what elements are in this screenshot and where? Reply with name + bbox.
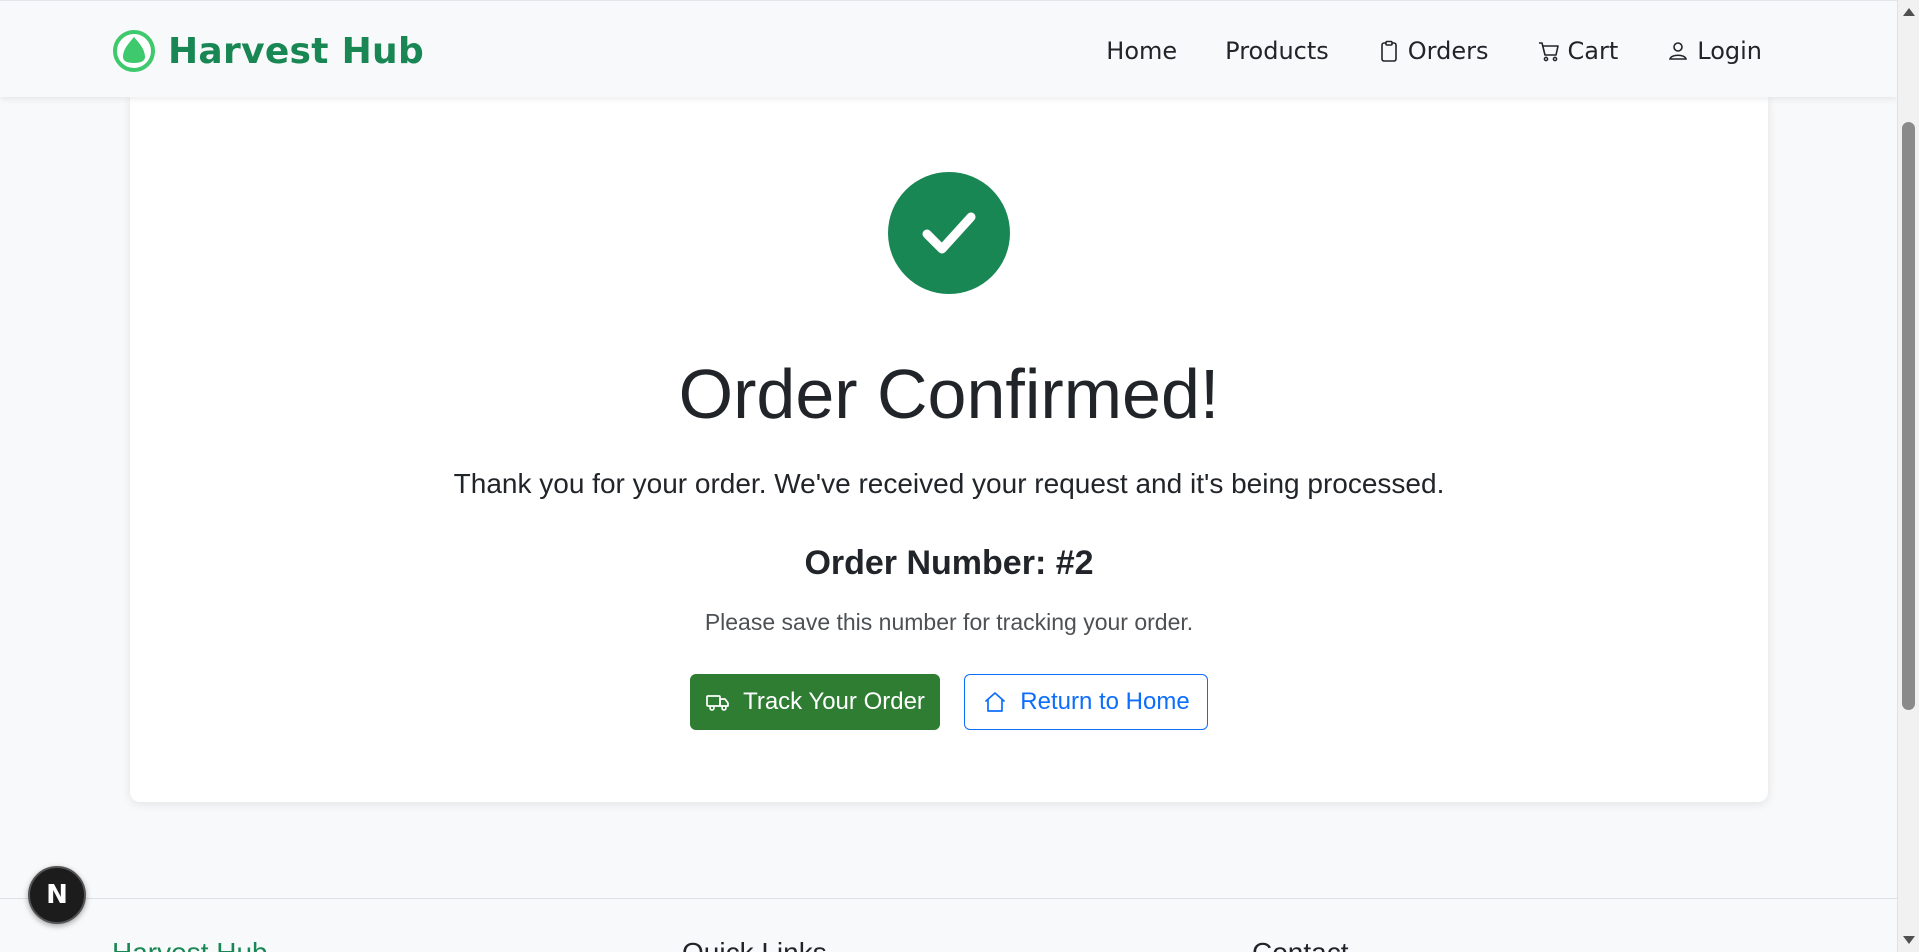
return-home-label: Return to Home — [1020, 688, 1190, 715]
leaf-circle-icon — [113, 30, 155, 72]
brand-link[interactable]: Harvest Hub — [112, 29, 424, 73]
scroll-down-arrow-icon[interactable] — [1903, 936, 1915, 944]
footer: Harvest Hub Quick Links Contact — [0, 898, 1897, 952]
confirmation-message: Thank you for your order. We've received… — [453, 468, 1445, 499]
truck-icon — [706, 695, 729, 711]
footer-brand[interactable]: Harvest Hub — [112, 937, 268, 952]
track-order-button[interactable]: Track Your Order — [690, 674, 940, 730]
nav-orders-label: Orders — [1407, 37, 1489, 65]
brand-name: Harvest Hub — [168, 30, 425, 72]
next-dev-badge[interactable]: N — [28, 866, 86, 924]
checkmark-icon — [922, 212, 976, 254]
nav-orders[interactable]: Orders — [1377, 37, 1489, 65]
vertical-scrollbar[interactable] — [1897, 0, 1919, 952]
nav-links: Home Products Orders Cart Login — [1106, 31, 1762, 71]
check-circle-icon — [888, 172, 1010, 294]
nav-home[interactable]: Home — [1106, 37, 1177, 65]
confirmation-card: Order Confirmed! Thank you for your orde… — [130, 96, 1768, 802]
nav-login-label: Login — [1697, 37, 1762, 65]
nav-cart-label: Cart — [1567, 37, 1619, 65]
track-order-label: Track Your Order — [743, 688, 925, 715]
order-hint: Please save this number for tracking you… — [704, 609, 1194, 635]
footer-contact-heading: Contact — [1252, 937, 1349, 952]
nav-cart[interactable]: Cart — [1537, 37, 1619, 65]
scroll-up-arrow-icon[interactable] — [1903, 8, 1915, 16]
clipboard-icon — [1380, 40, 1397, 62]
house-icon — [985, 692, 1006, 712]
footer-quick-links-heading: Quick Links — [682, 937, 827, 952]
scroll-thumb[interactable] — [1902, 122, 1915, 710]
nav-products[interactable]: Products — [1225, 37, 1329, 65]
navbar: Harvest Hub Home Products Orders Cart Lo… — [0, 0, 1897, 97]
person-icon — [1669, 42, 1688, 60]
nav-products-label: Products — [1225, 37, 1329, 65]
order-number: Order Number: #2 — [804, 544, 1094, 582]
confirmation-title: Order Confirmed! — [678, 355, 1220, 433]
cart-icon — [1538, 42, 1559, 62]
page: Harvest Hub Home Products Orders Cart Lo… — [0, 0, 1919, 952]
next-badge-label: N — [46, 880, 68, 910]
return-home-button[interactable]: Return to Home — [964, 674, 1208, 730]
nav-login[interactable]: Login — [1666, 37, 1762, 65]
nav-home-label: Home — [1106, 37, 1178, 65]
